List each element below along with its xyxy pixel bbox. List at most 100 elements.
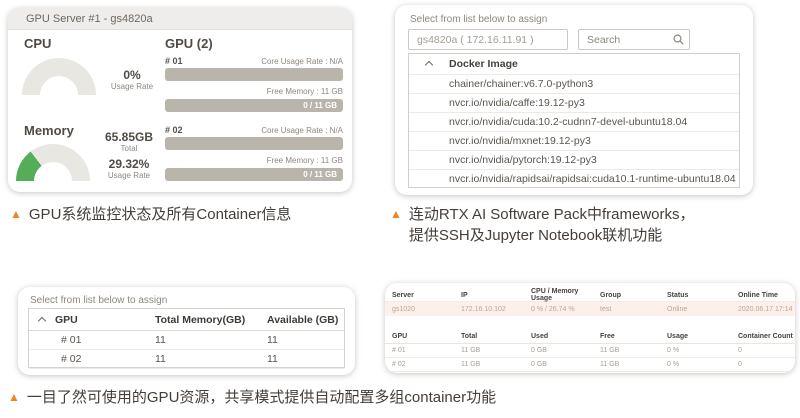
column-header-status: Status xyxy=(667,292,738,299)
cell-container-count: 0 xyxy=(738,347,795,354)
cpu-usage-gauge xyxy=(22,58,96,95)
column-header-available: Available (GB) xyxy=(267,314,344,326)
gpu-free-memory: Free Memory : 11 GB xyxy=(165,156,343,166)
docker-image-row[interactable]: nvcr.io/nvidia/caffe:19.12-py3 xyxy=(409,93,739,112)
cell-gpu-id: # 01 xyxy=(392,347,461,354)
cpu-usage-caption: Usage Rate xyxy=(102,82,162,92)
gpu-list-table: GPU Total Memory(GB) Available (GB) # 01… xyxy=(28,308,345,368)
cell-ip: 172.16.10.102 xyxy=(461,306,531,313)
gpu-core-usage-bar xyxy=(165,137,343,150)
cell-gpu-id: # 02 xyxy=(392,361,461,368)
triangle-marker-icon: ▲ xyxy=(8,387,20,408)
column-header-gpu: GPU xyxy=(392,333,461,340)
column-header-free: Free xyxy=(600,333,667,340)
gpu-id: # 01 xyxy=(165,56,183,66)
cell-cpu-memory-usage: 0 % / 26.74 % xyxy=(531,306,600,313)
gpu-list-row[interactable]: # 01 11 11 xyxy=(29,331,344,350)
column-header-online-time: Online Time xyxy=(738,292,795,299)
memory-section-label: Memory xyxy=(24,123,74,138)
cpu-section-label: CPU xyxy=(24,36,51,51)
docker-image-column-header: Docker Image xyxy=(449,58,518,70)
cell-gpu-id: # 01 xyxy=(55,334,155,346)
collapse-icon[interactable] xyxy=(425,61,433,69)
gpu-id: # 02 xyxy=(165,125,183,135)
cell-group: test xyxy=(600,306,667,313)
cell-container-count: 0 xyxy=(738,361,795,368)
server-row[interactable]: gs1020 172.16.10.102 0 % / 26.74 % test … xyxy=(385,302,795,316)
column-header-cpu-memory-usage: CPU / Memory Usage xyxy=(531,288,600,302)
caption-gpu-monitor: ▲ GPU系统监控状态及所有Container信息 xyxy=(10,204,291,225)
cell-total: 11 GB xyxy=(461,361,531,368)
docker-image-panel: Select from list below to assign Docker … xyxy=(395,5,753,195)
server-table-header: Server IP CPU / Memory Usage Group Statu… xyxy=(385,288,795,302)
docker-image-table: Docker Image chainer/chainer:v6.7.0-pyth… xyxy=(408,53,740,188)
triangle-marker-icon: ▲ xyxy=(390,204,402,225)
panel-title: Select from list below to assign xyxy=(410,14,547,25)
server-status-panel: Server IP CPU / Memory Usage Group Statu… xyxy=(385,283,795,373)
memory-total-caption: Total xyxy=(94,144,164,154)
cell-used: 0 GB xyxy=(531,347,600,354)
cell-total-memory: 11 xyxy=(155,334,267,346)
caption-text: 连动RTX AI Software Pack中frameworks， 提供SSH… xyxy=(409,204,695,246)
column-header-group: Group xyxy=(600,292,667,299)
docker-image-row[interactable]: nvcr.io/nvidia/rapidsai/rapidsai:cuda10.… xyxy=(409,169,739,188)
gpu-status-row[interactable]: # 02 11 GB 0 GB 11 GB 0 % 0 xyxy=(385,358,795,372)
column-header-ip: IP xyxy=(461,292,531,299)
collapse-icon[interactable] xyxy=(38,316,46,324)
search-box xyxy=(578,29,690,50)
caption-text: 一目了然可使用的GPU资源，共享模式提供自动配置多组container功能 xyxy=(27,387,496,408)
docker-image-row[interactable]: nvcr.io/nvidia/mxnet:19.12-py3 xyxy=(409,131,739,150)
cell-server: gs1020 xyxy=(392,306,461,313)
memory-usage-caption: Usage Rate xyxy=(94,171,164,181)
gpu-table-header: GPU Total Used Free Usage Container Coun… xyxy=(385,330,795,344)
column-header-total-memory: Total Memory(GB) xyxy=(155,314,267,326)
cell-usage: 0 % xyxy=(667,361,738,368)
cell-free: 11 GB xyxy=(600,347,667,354)
column-header-server: Server xyxy=(392,292,461,299)
docker-image-row[interactable]: chainer/chainer:v6.7.0-python3 xyxy=(409,74,739,93)
memory-total-value: 65.85GB xyxy=(94,130,164,144)
caption-gpu-resources: ▲ 一目了然可使用的GPU资源，共享模式提供自动配置多组container功能 xyxy=(8,387,496,408)
gpu-free-memory: Free Memory : 11 GB xyxy=(165,87,343,97)
triangle-marker-icon: ▲ xyxy=(10,204,22,225)
gpu-list-panel: Select from list below to assign GPU Tot… xyxy=(18,287,355,375)
gpu-list-row[interactable]: # 02 11 11 xyxy=(29,350,344,369)
column-header-used: Used xyxy=(531,333,600,340)
column-header-usage: Usage xyxy=(667,333,738,340)
column-header-gpu: GPU xyxy=(55,314,155,326)
memory-usage-stats: 65.85GB Total 29.32% Usage Rate xyxy=(94,130,164,181)
gpu-section-label: GPU (2) xyxy=(165,36,213,51)
cell-online-time: 2020.06.17 17:14 xyxy=(738,306,795,313)
gpu-server-monitor-panel: GPU Server #1 - gs4820a CPU 0% Usage Rat… xyxy=(8,8,352,192)
cell-status: Online xyxy=(667,306,738,313)
docker-image-row[interactable]: nvcr.io/nvidia/cuda:10.2-cudnn7-devel-ub… xyxy=(409,112,739,131)
cell-total: 11 GB xyxy=(461,347,531,354)
panel-title: Select from list below to assign xyxy=(30,295,167,306)
cell-free: 11 GB xyxy=(600,361,667,368)
docker-image-row[interactable]: nvcr.io/nvidia/pytorch:19.12-py3 xyxy=(409,150,739,169)
server-field[interactable] xyxy=(408,29,568,50)
cell-usage: 0 % xyxy=(667,347,738,354)
gpu-list-header-row: GPU Total Memory(GB) Available (GB) xyxy=(29,309,344,331)
docker-image-table-header: Docker Image xyxy=(409,54,739,74)
cell-used: 0 GB xyxy=(531,361,600,368)
cell-available: 11 xyxy=(267,353,344,365)
gpu-core-usage-bar xyxy=(165,68,343,81)
gpu-status-row[interactable]: # 01 11 GB 0 GB 11 GB 0 % 0 xyxy=(385,344,795,358)
memory-usage-value: 29.32% xyxy=(94,157,164,171)
caption-text: GPU系统监控状态及所有Container信息 xyxy=(29,204,292,225)
column-header-total: Total xyxy=(461,333,531,340)
memory-usage-gauge xyxy=(16,144,90,181)
cell-gpu-id: # 02 xyxy=(55,353,155,365)
gpu-memory-bar: 0 / 11 GB xyxy=(165,99,343,112)
gpu-item-01: # 01 Core Usage Rate : N/A Free Memory :… xyxy=(165,56,343,112)
panel-title: GPU Server #1 - gs4820a xyxy=(8,8,352,30)
caption-frameworks: ▲ 连动RTX AI Software Pack中frameworks， 提供S… xyxy=(390,204,695,246)
cell-available: 11 xyxy=(267,334,344,346)
cpu-usage-stats: 0% Usage Rate xyxy=(102,68,162,92)
gpu-core-usage: Core Usage Rate : N/A xyxy=(261,57,343,66)
search-icon[interactable] xyxy=(673,34,684,45)
gpu-item-02: # 02 Core Usage Rate : N/A Free Memory :… xyxy=(165,125,343,181)
gpu-core-usage: Core Usage Rate : N/A xyxy=(261,126,343,135)
cell-total-memory: 11 xyxy=(155,353,267,365)
